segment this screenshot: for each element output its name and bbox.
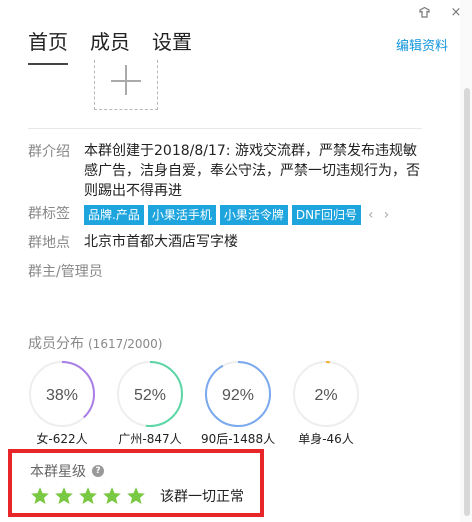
- distribution-item[interactable]: 92% 90后-1488人: [200, 360, 276, 447]
- intro-row: 群介绍 本群创建于2018/8/17: 游戏交流群，严禁发布违规敏感广告，洁身自…: [28, 141, 424, 201]
- star-rating: 该群一切正常: [30, 486, 244, 506]
- skin-icon[interactable]: [416, 4, 432, 20]
- distribution-title: 成员分布 (1617/2000): [28, 333, 162, 353]
- distribution-label: 单身-46人: [298, 432, 354, 446]
- star-icon: [127, 487, 145, 504]
- percent-text: 52%: [134, 387, 166, 404]
- rating-status: 该群一切正常: [160, 489, 244, 505]
- distribution-circles: 38% 女-622人 52% 广州-847人 92% 90后-1488人 2% …: [28, 360, 360, 447]
- location-row: 群地点 北京市首都大酒店写字楼: [28, 232, 238, 252]
- tag-item[interactable]: 品牌.产品: [84, 205, 144, 225]
- tab-home[interactable]: 首页: [28, 26, 68, 65]
- tags-row: 群标签 品牌.产品 小果活手机 小果活令牌 DNF回归号 ‹ ›: [28, 203, 392, 225]
- distribution-item[interactable]: 2% 单身-46人: [292, 360, 360, 447]
- chevron-right-icon[interactable]: ›: [381, 207, 393, 223]
- rating-label: 本群星级: [30, 464, 86, 480]
- window-controls: ×: [416, 4, 464, 20]
- location-text: 北京市首都大酒店写字楼: [84, 234, 238, 250]
- divider: [28, 128, 422, 129]
- distribution-label: 女-622人: [36, 432, 88, 446]
- admins-row: 群主/管理员: [28, 261, 103, 281]
- add-photo-button[interactable]: [94, 60, 158, 110]
- distribution-count: (1617/2000): [88, 337, 163, 351]
- star-icon: [103, 487, 121, 504]
- percent-text: 92%: [222, 387, 254, 404]
- scrollbar-thumb[interactable]: [464, 88, 470, 516]
- admins-label: 群主/管理员: [28, 264, 103, 280]
- rating-title: 本群星级 ?: [30, 461, 104, 481]
- location-label: 群地点: [28, 235, 70, 251]
- close-icon[interactable]: ×: [448, 4, 464, 20]
- tag-item[interactable]: 小果活手机: [147, 205, 216, 225]
- percent-text: 2%: [314, 387, 337, 404]
- distribution-label: 成员分布: [28, 336, 84, 352]
- tag-item[interactable]: DNF回归号: [291, 205, 361, 225]
- distribution-label: 90后-1488人: [200, 432, 276, 446]
- tags-label: 群标签: [28, 206, 70, 222]
- chevron-left-icon[interactable]: ‹: [365, 207, 377, 223]
- percent-text: 38%: [46, 387, 78, 404]
- distribution-label: 广州-847人: [118, 432, 182, 446]
- star-icon: [31, 487, 49, 504]
- distribution-item[interactable]: 38% 女-622人: [28, 360, 96, 447]
- star-icon: [79, 487, 97, 504]
- intro-text: 本群创建于2018/8/17: 游戏交流群，严禁发布违规敏感广告，洁身自爱，奉公…: [84, 143, 420, 199]
- tab-settings[interactable]: 设置: [152, 26, 192, 65]
- edit-profile-link[interactable]: 编辑资料: [396, 35, 448, 54]
- rating-highlight-box: 本群星级 ? 该群一切正常: [8, 449, 264, 517]
- distribution-item[interactable]: 52% 广州-847人: [116, 360, 184, 447]
- star-icon: [55, 487, 73, 504]
- help-icon[interactable]: ?: [92, 465, 104, 477]
- intro-label: 群介绍: [28, 144, 70, 160]
- tag-item[interactable]: 小果活令牌: [219, 205, 288, 225]
